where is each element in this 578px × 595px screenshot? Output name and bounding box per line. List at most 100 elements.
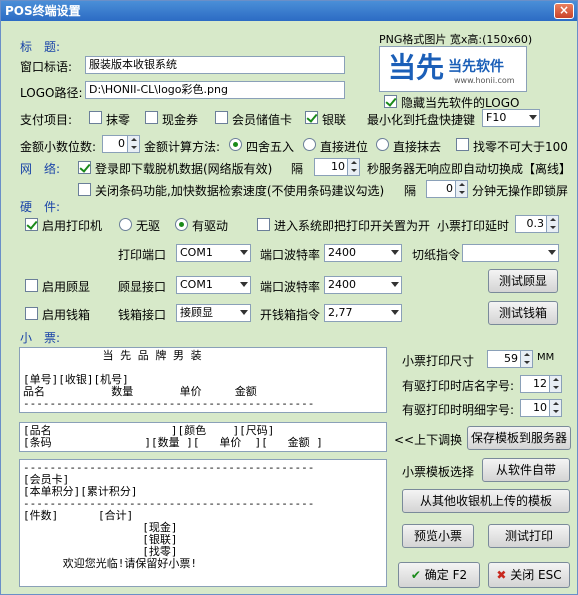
barcode-off-label: 关闭条码功能,加快数据检索速度(不使用条码建议勾选) bbox=[95, 184, 385, 198]
close-icon[interactable]: × bbox=[554, 3, 574, 19]
close-button-label: 关闭 ESC bbox=[510, 568, 562, 582]
from-other-register-button[interactable]: 从其他收银机上传的模板 bbox=[402, 489, 570, 513]
logo-url: www.honii.com bbox=[454, 76, 515, 85]
spin-down-icon[interactable] bbox=[455, 189, 467, 197]
store-font-value: 12 bbox=[533, 377, 547, 390]
print-baud-select[interactable]: 2400 bbox=[324, 244, 402, 262]
payment-label: 支付项目: bbox=[20, 113, 73, 127]
display-label: 启用顾显 bbox=[42, 280, 91, 294]
cut-command-select[interactable] bbox=[462, 244, 559, 262]
store-font-spinner[interactable]: 12 bbox=[520, 375, 562, 393]
spin-down-icon[interactable] bbox=[549, 408, 561, 416]
tray-hotkey-label: 最小化到托盘快捷键 bbox=[367, 113, 476, 127]
spin-down-icon[interactable] bbox=[127, 144, 139, 152]
display-baud-select[interactable]: 2400 bbox=[324, 276, 402, 294]
display-port-select[interactable]: COM1 bbox=[176, 276, 251, 294]
template-select-label: 小票模板选择 bbox=[402, 465, 475, 479]
receipt-header-template[interactable]: 当 先 品 牌 男 装 [单号][收银][机号] 品名 数量 单价 金额 ---… bbox=[19, 347, 387, 413]
detail-font-label: 有驱打印时明细字号: bbox=[402, 403, 515, 417]
chevron-down-icon bbox=[240, 282, 248, 287]
payment-checkbox-moling[interactable] bbox=[89, 111, 102, 124]
chevron-down-icon bbox=[240, 310, 248, 315]
payment-item-voucher: 现金券 bbox=[162, 113, 199, 127]
cashbox-checkbox[interactable] bbox=[25, 307, 38, 320]
cashbox-label: 启用钱箱 bbox=[42, 308, 91, 322]
no-driver-label: 无驱 bbox=[136, 219, 161, 233]
print-baud-value: 2400 bbox=[328, 246, 356, 259]
interval-spinner[interactable]: 10 bbox=[314, 158, 360, 176]
detail-font-value: 10 bbox=[533, 401, 547, 414]
spin-up-icon[interactable] bbox=[549, 376, 561, 384]
logo-caption: PNG格式图片 宽x高:(150x60) bbox=[379, 33, 533, 46]
window-title-input[interactable]: 服装版本收银系统 bbox=[85, 56, 345, 74]
spin-up-icon[interactable] bbox=[520, 351, 532, 359]
preview-receipt-button[interactable]: 预览小票 bbox=[402, 524, 474, 548]
save-template-button[interactable]: 保存模板到服务器 bbox=[467, 426, 571, 450]
lock-spinner[interactable]: 0 bbox=[426, 180, 468, 198]
payment-checkbox-voucher[interactable] bbox=[145, 111, 158, 124]
swap-label[interactable]: <<上下调换 bbox=[394, 431, 462, 448]
spin-up-icon[interactable] bbox=[127, 136, 139, 144]
spin-up-icon[interactable] bbox=[347, 159, 359, 167]
cashbox-cmd-select[interactable]: 2,77 bbox=[324, 304, 402, 322]
title-bar: POS终端设置 × bbox=[1, 1, 577, 21]
hide-logo-checkbox[interactable] bbox=[384, 95, 397, 108]
barcode-off-checkbox[interactable] bbox=[78, 183, 91, 196]
logo-path-label: LOGO路径: bbox=[20, 86, 83, 100]
receipt-size-spinner[interactable]: 59 bbox=[487, 350, 533, 368]
hardware-section-heading: 硬 件: bbox=[20, 200, 61, 214]
display-checkbox[interactable] bbox=[25, 279, 38, 292]
print-delay-label: 小票打印延时 bbox=[437, 219, 510, 233]
print-on-enter-checkbox[interactable] bbox=[257, 218, 270, 231]
payment-checkbox-unionpay[interactable] bbox=[305, 111, 318, 124]
print-port-label: 打印端口 bbox=[118, 248, 167, 262]
printer-checkbox[interactable] bbox=[25, 218, 38, 231]
close-button[interactable]: ✖ 关闭 ESC bbox=[488, 562, 570, 588]
receipt-size-unit: MM bbox=[537, 352, 555, 363]
ok-button[interactable]: ✔ 确定 F2 bbox=[398, 562, 480, 588]
receipt-section-heading: 小 票: bbox=[20, 331, 61, 345]
method-radio-truncate[interactable] bbox=[376, 138, 389, 151]
print-delay-value: 0.3 bbox=[526, 217, 545, 230]
cashbox-port-select[interactable]: 接顾显 bbox=[176, 304, 251, 322]
spin-down-icon[interactable] bbox=[520, 359, 532, 367]
spin-up-icon[interactable] bbox=[549, 400, 561, 408]
spin-down-icon[interactable] bbox=[347, 167, 359, 175]
method-radio-round[interactable] bbox=[229, 138, 242, 151]
test-cashbox-button[interactable]: 测试钱箱 bbox=[488, 301, 558, 325]
detail-font-spinner[interactable]: 10 bbox=[520, 399, 562, 417]
cashbox-port-label: 钱箱接口 bbox=[118, 308, 167, 322]
lock-interval-label: 隔 bbox=[404, 184, 417, 198]
spin-up-icon[interactable] bbox=[455, 181, 467, 189]
spin-down-icon[interactable] bbox=[549, 384, 561, 392]
with-driver-label: 有驱动 bbox=[192, 219, 229, 233]
display-port-label: 顾显接口 bbox=[118, 280, 167, 294]
receipt-size-value: 59 bbox=[504, 352, 518, 365]
spin-down-icon[interactable] bbox=[546, 224, 558, 232]
payment-checkbox-member-card[interactable] bbox=[215, 111, 228, 124]
cashbox-cmd-value: 2,77 bbox=[328, 306, 353, 319]
receipt-footer-template[interactable]: ----------------------------------------… bbox=[19, 459, 387, 587]
spin-up-icon[interactable] bbox=[546, 216, 558, 224]
print-delay-spinner[interactable]: 0.3 bbox=[515, 215, 559, 233]
chevron-down-icon bbox=[391, 310, 399, 315]
no-driver-radio[interactable] bbox=[119, 218, 132, 231]
interval-value: 10 bbox=[331, 160, 345, 173]
interval-label: 隔 bbox=[291, 162, 304, 176]
ok-button-label: 确定 F2 bbox=[424, 568, 468, 582]
receipt-item-template[interactable]: [品名 ][颜色 ][尺码] [条码 ][数量 ][ 单价 ][ 金额 ] bbox=[19, 422, 387, 452]
test-print-button[interactable]: 测试打印 bbox=[488, 524, 570, 548]
change-limit-label: 找零不可大于100 bbox=[473, 140, 568, 154]
logo-path-input[interactable]: D:\HONII-CL\logo彩色.png bbox=[85, 81, 345, 99]
download-offline-checkbox[interactable] bbox=[78, 161, 91, 174]
decimals-spinner[interactable]: 0 bbox=[102, 135, 140, 153]
display-baud-label: 端口波特率 bbox=[260, 280, 321, 294]
print-port-select[interactable]: COM1 bbox=[176, 244, 251, 262]
with-driver-radio[interactable] bbox=[175, 218, 188, 231]
tray-hotkey-select[interactable]: F10 bbox=[482, 109, 540, 127]
from-software-button[interactable]: 从软件自带 bbox=[482, 458, 570, 482]
test-display-button[interactable]: 测试顾显 bbox=[488, 269, 558, 293]
logo-brand: 当先软件 bbox=[448, 59, 504, 75]
change-limit-checkbox[interactable] bbox=[456, 138, 469, 151]
method-radio-ceil[interactable] bbox=[303, 138, 316, 151]
